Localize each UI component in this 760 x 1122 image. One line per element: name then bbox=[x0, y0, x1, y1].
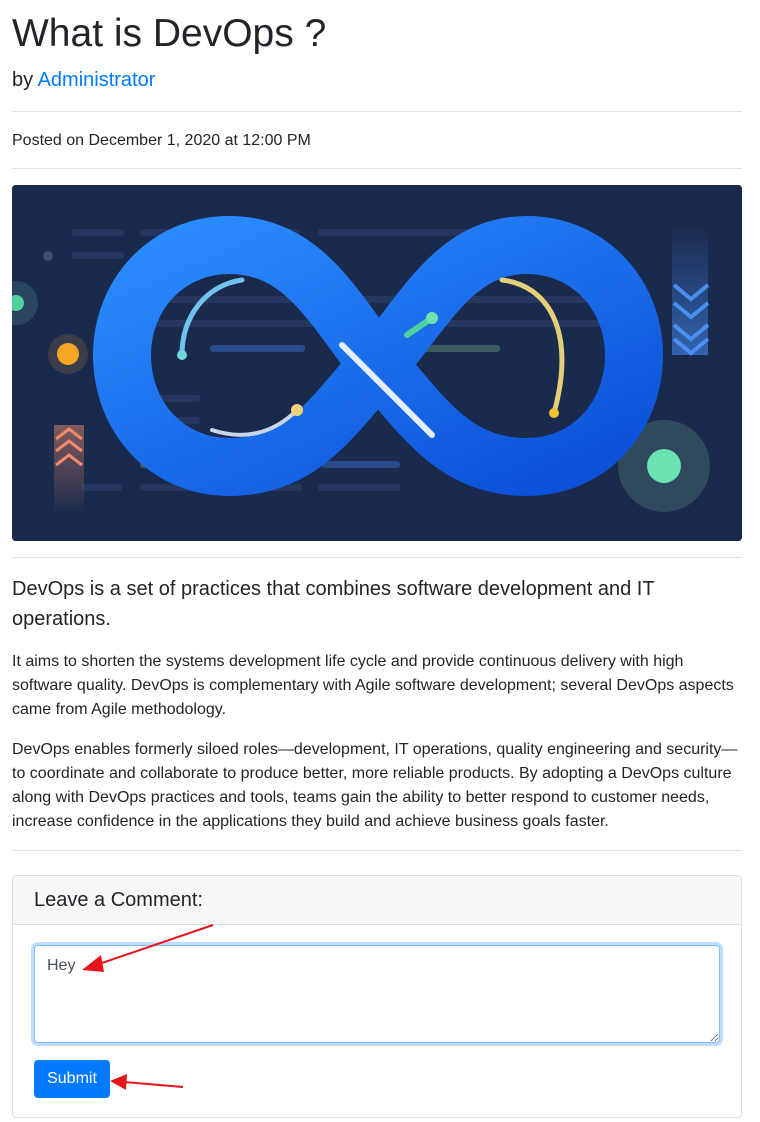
byline: by Administrator bbox=[12, 68, 155, 92]
comment-heading: Leave a Comment: bbox=[34, 889, 203, 911]
divider bbox=[12, 557, 742, 558]
divider bbox=[12, 168, 742, 169]
post-title: What is DevOps ? bbox=[12, 12, 327, 55]
divider bbox=[12, 850, 742, 851]
post-paragraph: DevOps enables formerly siloed roles—dev… bbox=[12, 741, 738, 830]
post-paragraph: It aims to shorten the systems developme… bbox=[12, 653, 734, 718]
comment-card-header: Leave a Comment: bbox=[13, 876, 741, 925]
comment-card: Leave a Comment: Hey Submit bbox=[12, 875, 742, 1118]
divider bbox=[12, 111, 742, 112]
comment-textarea[interactable]: Hey bbox=[34, 945, 720, 1043]
post-date: Posted on December 1, 2020 at 12:00 PM bbox=[12, 132, 311, 149]
byline-prefix: by bbox=[12, 69, 34, 91]
author-link[interactable]: Administrator bbox=[38, 69, 156, 91]
submit-button[interactable]: Submit bbox=[34, 1060, 110, 1098]
devops-infinity-loop-illustration bbox=[12, 185, 742, 541]
hero-image bbox=[12, 185, 742, 541]
post-lead: DevOps is a set of practices that combin… bbox=[12, 578, 655, 630]
